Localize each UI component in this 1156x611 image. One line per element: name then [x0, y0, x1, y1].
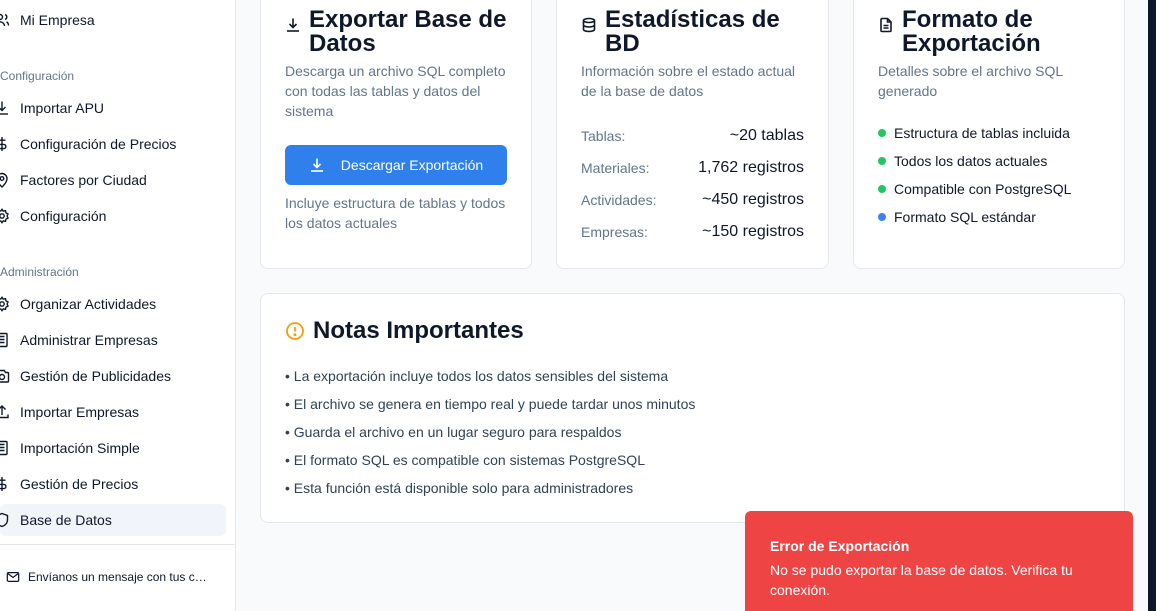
toast-title: Error de Exportación	[770, 538, 910, 554]
map-pin-icon	[0, 172, 14, 188]
sidebar-item-label: Importar APU	[20, 100, 105, 116]
sidebar-item-mi-empresa[interactable]: Mi Empresa	[0, 4, 226, 36]
section-title-administracion: Administración	[0, 265, 79, 279]
gear-icon	[0, 208, 14, 224]
sidebar-item-base-de-datos[interactable]: Base de Datos	[0, 504, 226, 536]
download-icon	[285, 14, 301, 32]
alert-circle-icon	[285, 321, 305, 341]
stat-row-materiales: Materiales: 1,762 registros	[581, 159, 804, 177]
note-item: • Guarda el archivo en un lugar seguro p…	[285, 424, 622, 440]
sidebar-item-configuracion-precios[interactable]: Configuración de Precios	[0, 128, 226, 160]
stats-card-description: Información sobre el estado actual de la…	[581, 63, 796, 99]
window-edge	[1148, 0, 1156, 611]
stat-value: ~20 tablas	[729, 127, 804, 144]
note-item: • La exportación incluye todos los datos…	[285, 368, 669, 384]
notes-card-header: Notas Importantes	[285, 319, 524, 343]
database-icon	[581, 14, 597, 33]
note-item: • Esta función está disponible solo para…	[285, 480, 634, 496]
format-card: Formato de Exportación Detalles sobre el…	[853, 0, 1125, 269]
status-dot	[878, 157, 886, 165]
stats-card-title: Estadísticas de BD	[605, 6, 780, 57]
sidebar-item-gestion-publicidades[interactable]: Gestión de Publicidades	[0, 360, 226, 392]
stat-label: Materiales:	[581, 160, 650, 176]
building-icon	[0, 332, 14, 348]
sidebar: Mi Empresa Configuración Importar APU Co…	[0, 0, 236, 611]
sidebar-item-label: Gestión de Publicidades	[20, 368, 171, 384]
feature-item: Compatible con PostgreSQL	[878, 181, 1071, 197]
sidebar-divider	[0, 544, 235, 545]
dollar-icon	[0, 136, 14, 152]
status-dot	[878, 129, 886, 137]
sidebar-item-label: Administrar Empresas	[20, 332, 158, 348]
feature-label: Formato SQL estándar	[894, 209, 1036, 225]
format-card-header: Formato de Exportación	[878, 8, 1108, 56]
section-title-configuracion: Configuración	[0, 69, 75, 83]
sidebar-item-label: Importación Simple	[20, 440, 140, 456]
sidebar-item-configuracion[interactable]: Configuración	[0, 200, 226, 232]
status-dot	[878, 185, 886, 193]
stat-label: Empresas:	[581, 224, 648, 240]
stats-card: Estadísticas de BD Información sobre el …	[556, 0, 829, 269]
sidebar-item-label: Gestión de Precios	[20, 476, 139, 492]
sidebar-item-importar-empresas[interactable]: Importar Empresas	[0, 396, 226, 428]
shield-icon	[0, 512, 14, 528]
notes-card-title: Notas Importantes	[313, 317, 524, 344]
sidebar-item-label: Configuración de Precios	[20, 136, 177, 152]
note-item: • El formato SQL es compatible con siste…	[285, 452, 645, 468]
stat-value: ~450 registros	[702, 191, 804, 208]
export-card-title: Exportar Base de Datos	[309, 6, 507, 57]
error-toast[interactable]: Error de Exportación No se pudo exportar…	[745, 511, 1133, 611]
mail-icon	[6, 572, 20, 582]
feature-item: Formato SQL estándar	[878, 209, 1036, 225]
stat-label: Tablas:	[581, 128, 626, 144]
export-card-note: Incluye estructura de tablas y todos los…	[285, 195, 506, 231]
sidebar-item-label: Base de Datos	[20, 512, 112, 528]
feature-label: Estructura de tablas incluida	[894, 125, 1070, 141]
note-item: • El archivo se genera en tiempo real y …	[285, 396, 696, 412]
sidebar-item-factores-ciudad[interactable]: Factores por Ciudad	[0, 164, 226, 196]
sidebar-item-organizar-actividades[interactable]: Organizar Actividades	[0, 288, 226, 320]
dollar-icon	[0, 476, 14, 492]
feature-label: Todos los datos actuales	[894, 153, 1048, 169]
building-icon	[0, 440, 14, 456]
contact-label: Envíanos un mensaje con tus c…	[28, 570, 207, 584]
export-card: Exportar Base de Datos Descarga un archi…	[260, 0, 532, 269]
import-icon	[0, 100, 14, 116]
sidebar-item-gestion-precios[interactable]: Gestión de Precios	[0, 468, 226, 500]
upload-icon	[0, 404, 14, 420]
status-dot	[878, 213, 886, 221]
stat-label: Actividades:	[581, 192, 657, 208]
toast-description: No se pudo exportar la base de datos. Ve…	[770, 562, 1073, 598]
feature-label: Compatible con PostgreSQL	[894, 181, 1072, 197]
feature-item: Todos los datos actuales	[878, 153, 1047, 169]
stat-row-actividades: Actividades: ~450 registros	[581, 191, 804, 209]
export-card-header: Exportar Base de Datos	[285, 8, 515, 56]
stat-row-empresas: Empresas: ~150 registros	[581, 223, 804, 241]
gear-icon	[0, 296, 14, 312]
sidebar-item-importacion-simple[interactable]: Importación Simple	[0, 432, 226, 464]
notes-card: Notas Importantes • La exportación inclu…	[260, 293, 1125, 523]
camera-icon	[0, 368, 14, 384]
file-text-icon	[878, 14, 894, 33]
sidebar-item-label: Mi Empresa	[20, 12, 95, 28]
users-icon	[0, 12, 14, 28]
sidebar-item-label: Configuración	[20, 208, 107, 224]
sidebar-item-importar-apu[interactable]: Importar APU	[0, 92, 226, 124]
export-card-description: Descarga un archivo SQL completo con tod…	[285, 63, 506, 119]
download-export-button[interactable]: Descargar Exportación	[285, 145, 507, 185]
contact-link[interactable]: Envíanos un mensaje con tus c…	[6, 566, 207, 588]
format-card-title: Formato de Exportación	[902, 6, 1041, 57]
feature-item: Estructura de tablas incluida	[878, 125, 1070, 141]
download-icon	[310, 158, 323, 172]
stat-value: ~150 registros	[702, 223, 804, 240]
stat-row-tablas: Tablas: ~20 tablas	[581, 127, 804, 145]
sidebar-item-label: Importar Empresas	[20, 404, 140, 420]
sidebar-item-administrar-empresas[interactable]: Administrar Empresas	[0, 324, 226, 356]
sidebar-item-label: Factores por Ciudad	[20, 172, 147, 188]
stats-card-header: Estadísticas de BD	[581, 8, 811, 56]
stat-value: 1,762 registros	[698, 159, 804, 176]
sidebar-item-label: Organizar Actividades	[20, 296, 157, 312]
download-button-label: Descargar Exportación	[340, 157, 484, 173]
format-card-description: Detalles sobre el archivo SQL generado	[878, 63, 1063, 99]
